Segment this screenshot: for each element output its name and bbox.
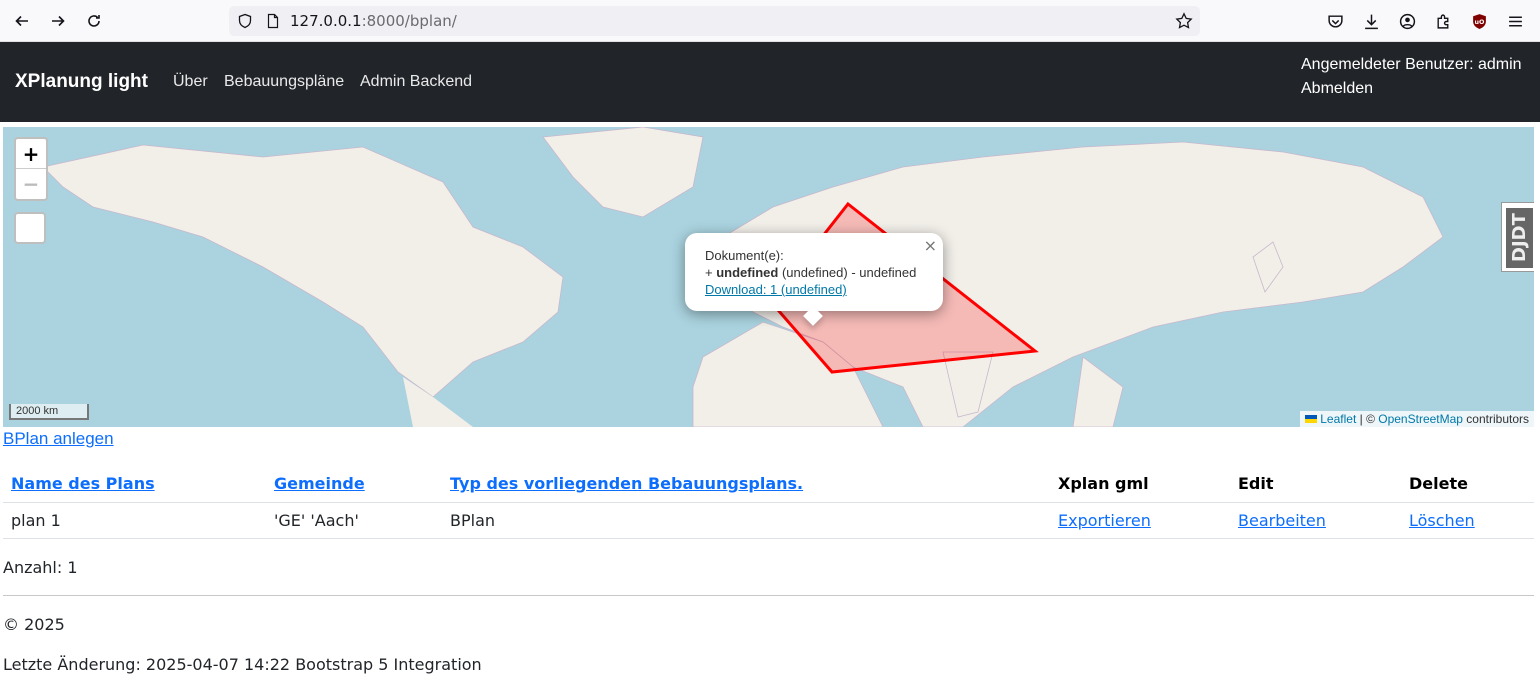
zoom-out-button[interactable]: − <box>16 169 46 199</box>
extensions-icon[interactable] <box>1432 10 1454 32</box>
map[interactable]: + − 2000 km Leaflet | © OpenStreetMap co… <box>3 127 1534 427</box>
user-info: Angemeldeter Benutzer: admin Abmelden <box>1301 53 1522 101</box>
zoom-in-button[interactable]: + <box>16 139 46 169</box>
header-delete: Delete <box>1401 466 1534 503</box>
nav-link-admin-backend[interactable]: Admin Backend <box>360 73 472 91</box>
edit-link[interactable]: Bearbeiten <box>1238 511 1326 530</box>
browser-toolbar: 127.0.0.1:8000/bplan/ uO <box>0 0 1540 42</box>
debug-toolbar-handle[interactable]: DJDT <box>1501 202 1534 272</box>
sort-name-link[interactable]: Name des Plans <box>11 474 155 493</box>
cell-typ: BPlan <box>442 502 1050 539</box>
debug-toolbar-label: DJDT <box>1506 208 1533 268</box>
leaflet-link[interactable]: Leaflet <box>1320 412 1356 426</box>
attribution-suffix: contributors <box>1462 412 1529 426</box>
logged-in-user: Angemeldeter Benutzer: admin <box>1301 56 1522 73</box>
shield-icon[interactable] <box>237 13 253 29</box>
export-link[interactable]: Exportieren <box>1058 511 1151 530</box>
downloads-icon[interactable] <box>1360 10 1382 32</box>
popup-download-link[interactable]: Download: 1 (undefined) <box>705 282 847 297</box>
pocket-icon[interactable] <box>1324 10 1346 32</box>
forward-button[interactable] <box>45 8 71 34</box>
site-navbar: XPlanung light Über Bebauungspläne Admin… <box>0 42 1540 122</box>
sort-gemeinde-link[interactable]: Gemeinde <box>274 474 365 493</box>
header-name: Name des Plans <box>3 466 266 503</box>
header-edit: Edit <box>1230 466 1401 503</box>
page-icon[interactable] <box>265 13 281 29</box>
reload-button[interactable] <box>81 8 107 34</box>
menu-icon[interactable] <box>1504 10 1526 32</box>
map-popup: × Dokument(e): + undefined (undefined) -… <box>685 233 943 326</box>
delete-link[interactable]: Löschen <box>1409 511 1475 530</box>
plans-table: Name des Plans Gemeinde Typ des vorliege… <box>3 466 1534 539</box>
ublock-icon[interactable]: uO <box>1468 10 1490 32</box>
nav-link-bebauungsplaene[interactable]: Bebauungspläne <box>224 73 344 91</box>
bookmark-star-icon[interactable] <box>1175 12 1193 30</box>
scale-bar: 2000 km <box>9 404 89 420</box>
brand-logo[interactable]: XPlanung light <box>15 71 148 93</box>
create-bplan-link[interactable]: BPlan anlegen <box>3 429 114 449</box>
address-bar[interactable]: 127.0.0.1:8000/bplan/ <box>229 6 1200 36</box>
header-gemeinde: Gemeinde <box>266 466 442 503</box>
cell-edit: Bearbeiten <box>1230 502 1401 539</box>
reload-icon <box>88 15 100 27</box>
cell-name: plan 1 <box>3 502 266 539</box>
url-text[interactable]: 127.0.0.1:8000/bplan/ <box>290 12 457 30</box>
sort-typ-link[interactable]: Typ des vorliegenden Bebauungsplans. <box>450 474 803 493</box>
table-header-row: Name des Plans Gemeinde Typ des vorliege… <box>3 466 1534 503</box>
copyright: © 2025 <box>3 615 65 634</box>
forward-arrow-icon <box>52 15 65 27</box>
account-icon[interactable] <box>1396 10 1418 32</box>
draw-control-button[interactable] <box>14 212 46 244</box>
popup-document-line: + undefined (undefined) - undefined <box>705 264 923 281</box>
popup-close-button[interactable]: × <box>924 237 937 254</box>
attribution-separator: | © <box>1356 412 1379 426</box>
popup-doc-info: (undefined) - undefined <box>778 265 917 280</box>
map-attribution: Leaflet | © OpenStreetMap contributors <box>1300 411 1534 427</box>
last-change: Letzte Änderung: 2025-04-07 14:22 Bootst… <box>3 655 482 674</box>
plan-count: Anzahl: 1 <box>3 558 78 577</box>
osm-link[interactable]: OpenStreetMap <box>1378 412 1463 426</box>
header-typ: Typ des vorliegenden Bebauungsplans. <box>442 466 1050 503</box>
ukraine-flag-icon <box>1305 415 1318 423</box>
popup-title: Dokument(e): <box>705 248 784 263</box>
nav-link-about[interactable]: Über <box>173 73 208 91</box>
cell-export: Exportieren <box>1050 502 1230 539</box>
header-xplan: Xplan gml <box>1050 466 1230 503</box>
cell-gemeinde: 'GE' 'Aach' <box>266 502 442 539</box>
cell-delete: Löschen <box>1401 502 1534 539</box>
back-arrow-icon <box>15 15 28 27</box>
url-host: 127.0.0.1 <box>290 12 362 30</box>
table-row: plan 1 'GE' 'Aach' BPlan Exportieren Bea… <box>3 502 1534 539</box>
popup-doc-name: undefined <box>716 265 779 280</box>
footer-divider <box>3 595 1534 596</box>
zoom-control: + − <box>14 137 48 201</box>
logout-link[interactable]: Abmelden <box>1301 77 1522 101</box>
svg-text:uO: uO <box>1474 18 1485 26</box>
url-path: :8000/bplan/ <box>361 12 457 30</box>
popup-prefix: + <box>705 265 717 280</box>
back-button[interactable] <box>9 8 35 34</box>
